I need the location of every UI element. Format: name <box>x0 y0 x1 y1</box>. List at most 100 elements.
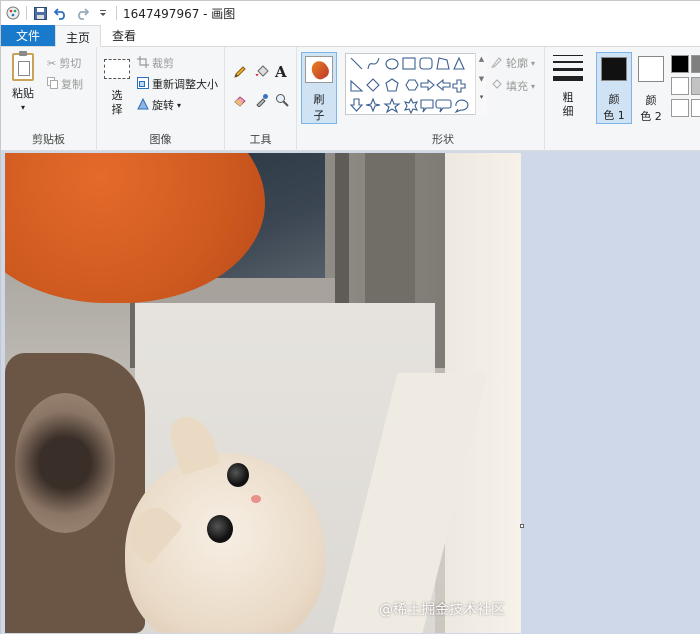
down-arrow-shape-icon <box>349 98 364 112</box>
polygon-shape-icon <box>436 57 450 70</box>
palette-color-gray[interactable] <box>691 55 700 73</box>
separator <box>26 6 27 20</box>
brush-label-line1: 刷 <box>313 93 325 106</box>
triangle-shape-icon <box>453 56 465 70</box>
canvas-image[interactable]: @稀土掘金技术社区 <box>5 153 521 633</box>
select-label-line1: 选 <box>111 89 123 102</box>
select-button[interactable]: 选 择 <box>101 59 133 117</box>
paint-app-icon[interactable] <box>5 5 21 21</box>
paste-label: 粘贴 <box>12 87 34 100</box>
oval-callout-icon <box>454 99 469 114</box>
quick-access-toolbar <box>5 1 117 25</box>
rotate-button[interactable]: 旋转 ▾ <box>137 97 181 113</box>
brush-icon <box>305 56 333 83</box>
oval-shape-icon <box>385 58 399 70</box>
watermark: @稀土掘金技术社区 <box>379 602 505 618</box>
cross-shape-icon <box>452 79 466 93</box>
paste-icon <box>12 51 34 81</box>
rounded-rectangle-shape-icon <box>419 57 433 70</box>
pencil-icon[interactable] <box>233 65 247 79</box>
brushes-button[interactable]: 刷 子 <box>301 52 337 124</box>
resize-button[interactable]: 重新调整大小 <box>137 76 218 92</box>
hexagon-shape-icon <box>405 79 419 91</box>
tools-group: A 工具 <box>225 47 297 151</box>
fill-label: 填充 <box>506 80 528 93</box>
cut-label: 剪切 <box>59 57 82 70</box>
color-2-swatch <box>638 56 664 82</box>
canvas-workspace[interactable]: @稀土掘金技术社区 <box>1 151 700 634</box>
select-label-line2: 择 <box>111 103 123 116</box>
undo-icon[interactable] <box>53 5 69 21</box>
text-tool-icon[interactable]: A <box>275 63 287 81</box>
chevron-down-icon: ▾ <box>531 58 536 68</box>
paste-button[interactable]: 粘贴 ▾ <box>7 51 39 115</box>
line-shape-icon <box>350 57 363 70</box>
shapes-group-label: 形状 <box>432 133 454 146</box>
right-arrow-shape-icon <box>420 78 435 92</box>
palette-color-custom[interactable] <box>691 99 700 117</box>
rounded-callout-icon <box>435 99 452 113</box>
fill-bucket-icon[interactable] <box>255 65 269 79</box>
image-group: 选 择 裁剪 重新调整大小 旋转 ▾ 图像 <box>97 47 225 151</box>
crop-icon <box>137 55 149 71</box>
customize-dropdown-icon[interactable] <box>95 5 111 21</box>
shapes-scrollbar[interactable]: ▲ ▼ ▾ <box>475 53 487 115</box>
resize-icon <box>137 76 149 92</box>
gallery-expand-icon[interactable]: ▾ <box>476 93 487 101</box>
palette-color-white[interactable] <box>671 77 689 95</box>
curve-shape-icon <box>367 57 380 70</box>
color-2-button[interactable]: 颜 色 2 <box>637 52 665 124</box>
clipboard-group-label: 剪贴板 <box>32 133 65 146</box>
tab-view[interactable]: 查看 <box>101 25 147 46</box>
tab-file[interactable]: 文件 <box>1 25 55 46</box>
copy-button[interactable]: 复制 <box>47 76 83 92</box>
scroll-up-icon[interactable]: ▲ <box>476 55 487 63</box>
title-bar: 1647497967 - 画图 <box>1 1 700 25</box>
copy-icon <box>47 76 58 92</box>
canvas-resize-handle-right[interactable] <box>520 524 524 528</box>
color-1-label-line1: 颜 <box>608 93 620 106</box>
eraser-icon[interactable] <box>233 93 247 107</box>
fill-bucket-icon <box>491 78 503 94</box>
tools-group-label: 工具 <box>249 133 272 146</box>
color-2-label-line1: 颜 <box>645 94 657 107</box>
palette-color-black[interactable] <box>671 55 689 73</box>
chevron-down-icon: ▾ <box>177 100 182 110</box>
save-icon[interactable] <box>32 5 48 21</box>
ribbon-tabs: 文件 主页 查看 <box>1 25 700 48</box>
photo-cat-tree-hole <box>15 393 115 533</box>
photo-cat-nose <box>251 495 261 503</box>
palette-color-custom[interactable] <box>671 99 689 117</box>
color-1-label-line2: 色 1 <box>603 109 625 122</box>
shapes-grid[interactable] <box>348 55 478 115</box>
brush-label-line2: 子 <box>313 109 325 122</box>
chevron-down-icon: ▾ <box>531 81 536 91</box>
pentagon-shape-icon <box>385 78 399 92</box>
window-title: 1647497967 - 画图 <box>123 6 236 21</box>
crop-label: 裁剪 <box>152 57 174 70</box>
rotate-label: 旋转 <box>152 99 174 112</box>
outline-button[interactable]: 轮廓 ▾ <box>490 55 536 71</box>
outline-label: 轮廓 <box>506 57 528 70</box>
tab-home[interactable]: 主页 <box>55 25 101 48</box>
thickness-button[interactable]: 粗 细 <box>551 55 585 119</box>
five-point-star-icon <box>383 97 401 114</box>
thickness-label-line1: 粗 <box>562 91 574 104</box>
palette-color-light-gray[interactable] <box>691 77 700 95</box>
color-2-label-line2: 色 2 <box>640 110 662 123</box>
crop-button[interactable]: 裁剪 <box>137 55 174 71</box>
photo-cat-eye-right <box>207 515 233 543</box>
right-triangle-shape-icon <box>350 79 364 92</box>
scroll-down-icon[interactable]: ▼ <box>476 75 487 83</box>
cut-button[interactable]: ✂ 剪切 <box>47 55 81 71</box>
color-picker-icon[interactable] <box>255 93 269 107</box>
color-1-button[interactable]: 颜 色 1 <box>596 52 632 124</box>
thickness-label-line2: 细 <box>562 105 574 118</box>
shapes-gallery <box>345 53 487 115</box>
magnifier-icon[interactable] <box>275 93 289 107</box>
redo-icon[interactable] <box>74 5 90 21</box>
fill-button[interactable]: 填充 ▾ <box>491 78 535 94</box>
separator <box>116 6 117 20</box>
photo-cat-eye-left <box>227 463 249 487</box>
rotate-icon <box>137 97 149 113</box>
